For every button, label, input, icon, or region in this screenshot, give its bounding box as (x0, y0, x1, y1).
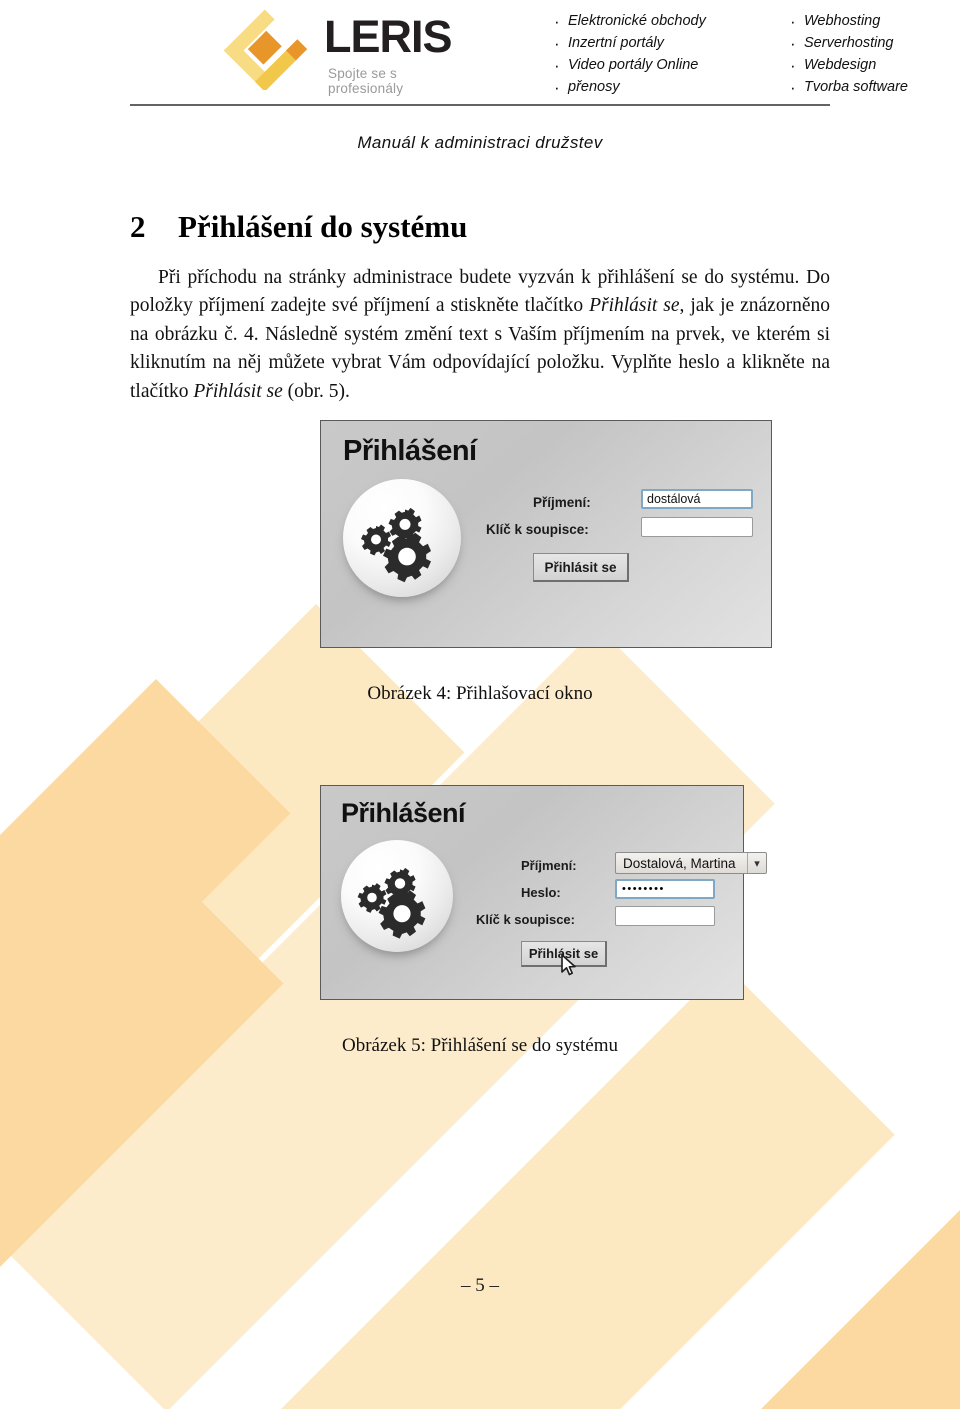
gears-sphere-icon (341, 840, 453, 952)
service-item: Elektronické obchody (552, 9, 706, 35)
password-label: Heslo: (521, 885, 561, 900)
paragraph-emphasis-2: Přihlásit se (193, 381, 283, 403)
figure-5-caption: Obrázek 5: Přihlášení se do systému (342, 1035, 618, 1056)
roster-key-input[interactable] (615, 906, 715, 926)
service-item: Webdesign (788, 53, 908, 79)
surname-input-value: dostálová (647, 492, 701, 506)
password-input-value: •••••••• (622, 883, 665, 895)
figure-4: Přihlášení Příjmení: dostálová Klíč k so… (320, 420, 772, 648)
service-item: Serverhosting (788, 31, 908, 57)
page-header: LERIS Spojte se s profesionály Elektroni… (0, 0, 960, 120)
header-divider (130, 104, 830, 106)
roster-key-label: Klíč k soupisce: (476, 912, 575, 927)
leris-diamond-logo-icon (218, 4, 330, 92)
services-list-left: Elektronické obchody Inzertní portály Vi… (552, 9, 706, 101)
section-number: 2 (130, 208, 146, 244)
section-title: Přihlášení do systému (178, 208, 468, 244)
roster-key-label: Klíč k soupisce: (486, 522, 589, 537)
login-window-screenshot-4: Přihlášení Příjmení: dostálová Klíč k so… (320, 420, 772, 648)
decor-band-6 (610, 1192, 960, 1409)
paragraph-part-3: (obr. 5). (282, 381, 350, 403)
decor-band-5 (230, 965, 895, 1409)
password-input[interactable]: •••••••• (615, 879, 715, 899)
login-window-title: Přihlášení (341, 798, 466, 828)
logo-wordmark: LERIS (324, 11, 453, 62)
chevron-down-icon[interactable]: ▾ (747, 853, 766, 873)
gears-sphere-icon (343, 479, 461, 597)
decor-band-4 (0, 835, 284, 1409)
logo-tagline: Spojte se s profesionály (328, 66, 404, 96)
surname-select[interactable]: Dostalová, Martina ▾ (615, 852, 767, 874)
figure-4-caption: Obrázek 4: Přihlašovací okno (367, 683, 593, 704)
service-item: přenosy (552, 75, 706, 101)
roster-key-input[interactable] (641, 517, 753, 537)
service-item: Webhosting (788, 9, 908, 35)
page-number: – 5 – (461, 1275, 499, 1296)
leris-logo: LERIS Spojte se s profesionály (218, 4, 468, 96)
page-title: 2 Přihlášení do systému (130, 209, 467, 245)
service-item: Video portály Online (552, 53, 706, 79)
decor-band-2 (0, 679, 291, 1210)
surname-label: Příjmení: (533, 495, 591, 510)
services-list-right: Webhosting Serverhosting Webdesign Tvorb… (788, 9, 908, 101)
login-submit-button[interactable]: Přihlásit se (533, 553, 629, 582)
surname-label: Příjmení: (521, 858, 577, 873)
paragraph-emphasis-1: Přihlásit se (589, 295, 680, 317)
figure-5: Přihlášení Příjmení: Dostalová, Martina … (320, 785, 767, 1000)
login-window-screenshot-5: Přihlášení Příjmení: Dostalová, Martina … (320, 785, 767, 1000)
surname-select-value: Dostalová, Martina (623, 855, 736, 871)
body-paragraph: Při příchodu na stránky administrace bud… (130, 264, 830, 407)
mouse-pointer-icon (561, 954, 579, 978)
surname-input[interactable]: dostálová (641, 489, 753, 509)
login-window-title: Přihlášení (343, 435, 477, 467)
service-item: Tvorba software (788, 75, 908, 101)
running-head: Manuál k administraci družstev (357, 133, 603, 152)
document-page: LERIS Spojte se s profesionály Elektroni… (0, 0, 960, 1409)
service-item: Inzertní portály (552, 31, 706, 57)
